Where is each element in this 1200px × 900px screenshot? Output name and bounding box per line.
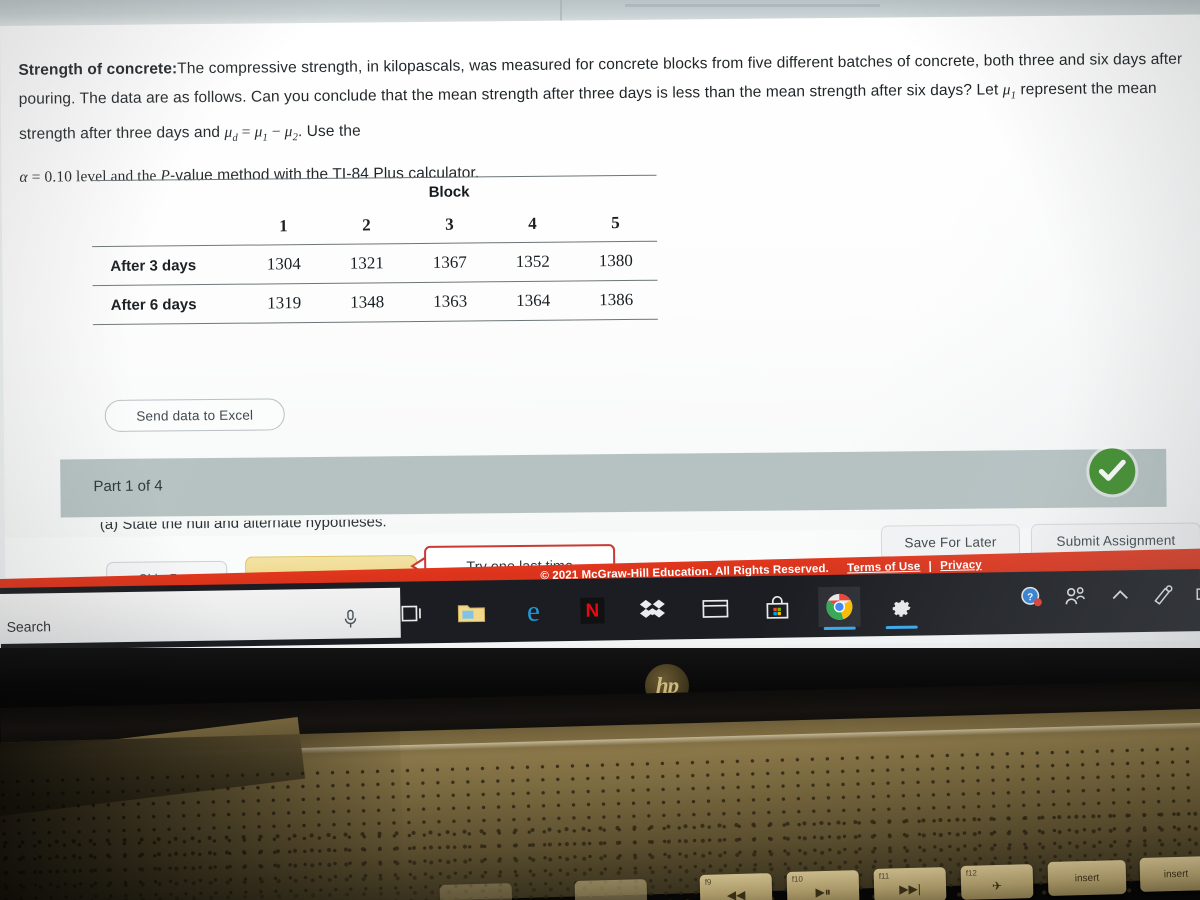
privacy-link[interactable]: Privacy <box>940 559 982 572</box>
task-view-icon[interactable] <box>388 593 431 634</box>
part-label: Part 1 of 4 <box>93 477 163 496</box>
table-col-header: 5 <box>611 213 620 233</box>
mu-b-symbol: μ2 <box>284 123 299 144</box>
edge-icon[interactable]: e <box>512 591 555 632</box>
send-data-to-excel-label: Send data to Excel <box>136 407 254 424</box>
taskbar-items: e N <box>388 586 911 638</box>
key-f10[interactable]: f10 ▶⏸ <box>786 870 860 900</box>
key-f12[interactable]: f12 ✈ <box>960 864 1034 900</box>
key-f7[interactable] <box>439 883 513 900</box>
screen-glare-line-2 <box>560 0 562 22</box>
key-f11-glyph: ▶▶| <box>899 881 922 897</box>
microsoft-store-icon[interactable] <box>756 587 799 628</box>
footer-separator: | <box>928 560 933 573</box>
key-f9-label: f9 <box>704 877 712 887</box>
mu-d-symbol: μd <box>224 123 238 144</box>
table-cell: 1348 <box>325 282 409 323</box>
table-cell: 1321 <box>325 243 409 284</box>
key-f12-glyph: ✈ <box>991 878 1003 894</box>
key-f11-label: f11 <box>878 871 890 881</box>
problem-statement: Strength of concrete:The compressive str… <box>18 45 1189 192</box>
laptop-body: hp f9 ◀◀ f10 ▶⏸ f11 ▶▶| f12 ✈ insert ins… <box>0 648 1200 900</box>
problem-title: Strength of concrete: <box>18 60 178 79</box>
search-box[interactable]: Search <box>0 587 401 645</box>
laptop-screen-photo: Strength of concrete:The compressive str… <box>0 0 1200 900</box>
minus-sign: − <box>267 123 285 141</box>
table-row: After 3 days 1304 1321 1367 1352 1380 <box>92 241 658 286</box>
key-f10-glyph: ▶⏸ <box>815 884 831 900</box>
mu-a-symbol: μ1 <box>254 123 268 144</box>
table-cell: 1304 <box>242 244 326 285</box>
settings-gear-icon[interactable] <box>880 586 923 627</box>
netflix-icon[interactable]: N <box>571 590 614 631</box>
svg-text:?: ? <box>1027 592 1033 603</box>
chrome-icon[interactable] <box>818 586 861 628</box>
screen-glare-line <box>625 4 880 7</box>
file-explorer-icon[interactable] <box>450 592 493 633</box>
problem-body-1: The compressive strength, in kilopascals… <box>18 50 1183 108</box>
chevron-up-icon[interactable] <box>1110 587 1130 608</box>
table-cell: 1364 <box>491 280 575 321</box>
table-cell: 1319 <box>242 283 326 324</box>
terms-of-use-link[interactable]: Terms of Use <box>847 561 920 575</box>
key-f9[interactable]: f9 ◀◀ <box>699 873 773 900</box>
microphone-icon[interactable] <box>342 609 358 634</box>
table-row: After 6 days 1319 1348 1363 1364 1386 <box>92 280 658 325</box>
key-f11[interactable]: f11 ▶▶| <box>873 867 947 900</box>
table-cell: 1367 <box>408 242 492 283</box>
table-cell: 1352 <box>491 241 575 282</box>
help-icon[interactable]: ? <box>1020 586 1042 613</box>
table-col-header: 4 <box>528 213 537 233</box>
table-group-header: Block <box>241 175 657 210</box>
submit-assignment-label: Submit Assignment <box>1056 532 1176 549</box>
check-circle-icon <box>1089 448 1136 495</box>
send-data-to-excel-button[interactable]: Send data to Excel <box>104 398 285 433</box>
system-tray: ? <box>1020 583 1200 613</box>
row-label: After 3 days <box>92 245 243 286</box>
key-insert-label: insert <box>1074 872 1100 885</box>
pen-icon[interactable] <box>1152 585 1174 610</box>
table-cell: 1363 <box>408 281 492 322</box>
part-progress-bar: Part 1 of 4 <box>60 448 1167 518</box>
row-label: After 6 days <box>92 284 243 325</box>
people-icon[interactable] <box>1064 586 1088 611</box>
table-col-header: 2 <box>362 215 371 235</box>
dropbox-icon[interactable] <box>631 589 674 630</box>
search-input-placeholder[interactable]: Search <box>6 618 51 635</box>
table-cell: 1386 <box>574 280 658 320</box>
data-table: Block 1 2 3 4 5 After 3 days 1304 1321 1… <box>91 175 658 327</box>
key-f8[interactable] <box>574 879 648 900</box>
table-col-header: 1 <box>279 216 288 236</box>
assignment-page: Strength of concrete:The compressive str… <box>0 14 1200 652</box>
battery-icon[interactable] <box>1196 586 1200 607</box>
key-insert[interactable]: insert <box>1047 859 1127 897</box>
table-cell: 1380 <box>574 241 658 281</box>
problem-body-3: . Use the <box>297 122 361 141</box>
key-f9-glyph: ◀◀ <box>726 887 746 900</box>
function-key-row: f9 ◀◀ f10 ▶⏸ f11 ▶▶| f12 ✈ insert insert <box>0 856 1200 900</box>
laptop-screen: Strength of concrete:The compressive str… <box>0 0 1200 652</box>
save-for-later-label: Save For Later <box>904 534 997 551</box>
key-f10-label: f10 <box>791 874 804 884</box>
key-insert-2[interactable]: insert <box>1139 856 1200 892</box>
mu-one-symbol: μ1 <box>1002 81 1017 102</box>
window-icon[interactable] <box>694 588 737 629</box>
key-insert-2-label: insert <box>1163 868 1189 881</box>
key-f12-label: f12 <box>965 868 978 878</box>
table-col-header: 3 <box>445 214 454 234</box>
equals-sign: = <box>237 123 255 141</box>
